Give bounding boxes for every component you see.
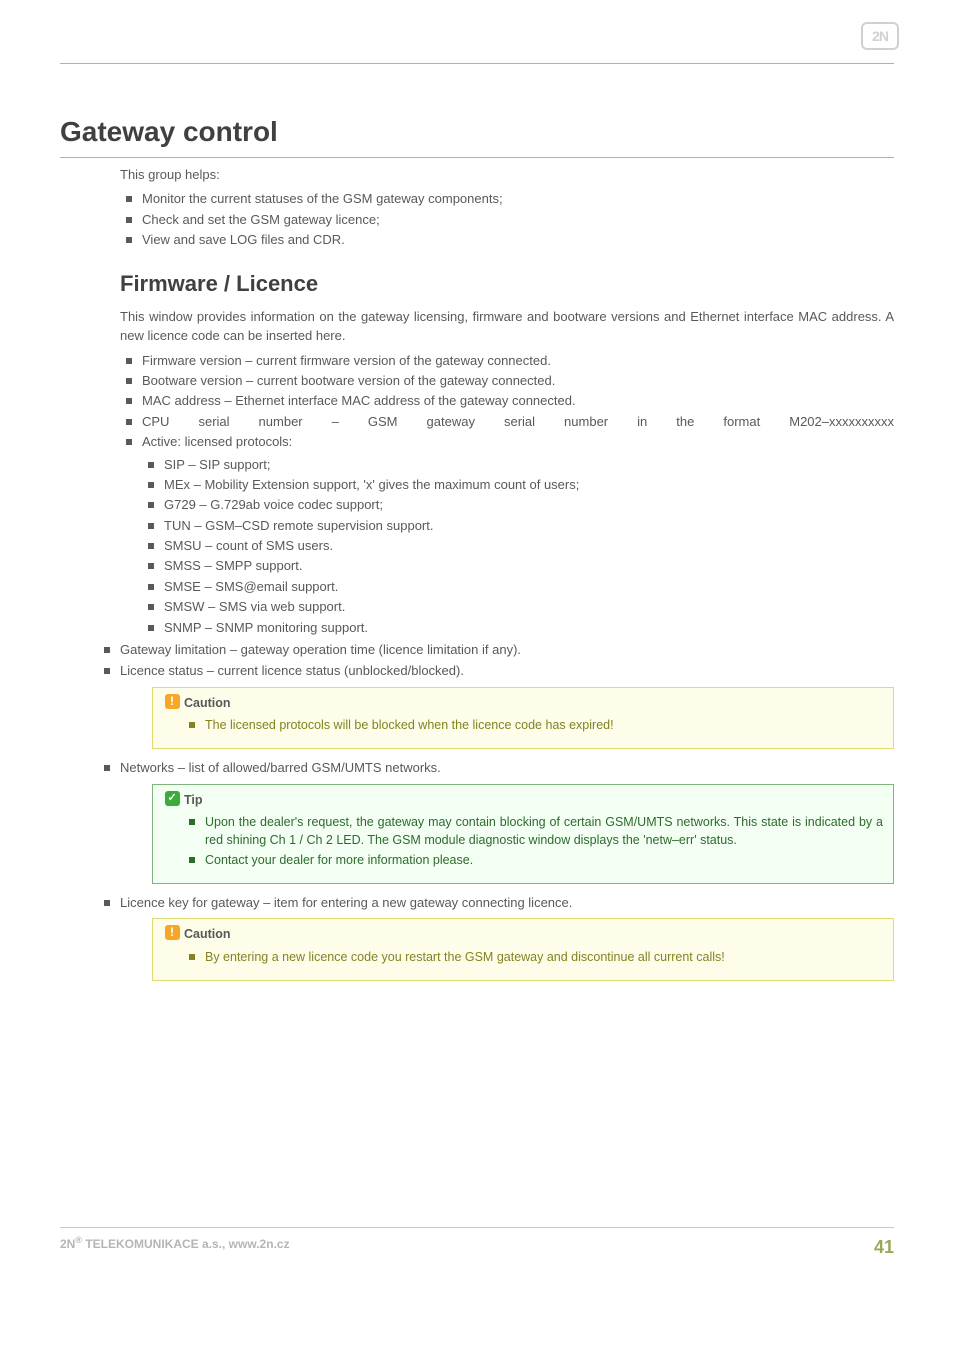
- callout-heading: Caution: [165, 694, 883, 712]
- list-item: Licence status – current licence status …: [120, 662, 894, 681]
- registered-mark: ®: [75, 1235, 82, 1245]
- list-item: CPU serial number – GSM gateway serial n…: [142, 413, 894, 432]
- active-protocols-list: SIP – SIP support; MEx – Mobility Extens…: [142, 456, 894, 638]
- warning-icon: [165, 925, 180, 940]
- callout-title: Caution: [184, 696, 231, 710]
- list-item: Gateway limitation – gateway operation t…: [120, 641, 894, 660]
- list-item: G729 – G.729ab voice codec support;: [164, 496, 894, 515]
- callout-list: The licensed protocols will be blocked w…: [163, 716, 883, 734]
- list-item: SNMP – SNMP monitoring support.: [164, 619, 894, 638]
- page-title: Gateway control: [60, 112, 894, 153]
- list-item: Bootware version – current bootware vers…: [142, 372, 894, 391]
- callout-title: Caution: [184, 927, 231, 941]
- list-item: Check and set the GSM gateway licence;: [142, 211, 894, 230]
- caution-callout: Caution By entering a new licence code y…: [152, 918, 894, 980]
- callout-heading: Tip: [165, 791, 883, 809]
- section-intro: This window provides information on the …: [120, 308, 894, 346]
- caution-callout: Caution The licensed protocols will be b…: [152, 687, 894, 749]
- callout-text: Contact your dealer for more information…: [205, 851, 883, 869]
- list-item: Licence key for gateway – item for enter…: [120, 894, 894, 913]
- footer-left: 2N® TELEKOMUNIKACE a.s., www.2n.cz: [60, 1234, 290, 1260]
- callout-list: By entering a new licence code you resta…: [163, 948, 883, 966]
- warning-icon: [165, 694, 180, 709]
- tip-callout: Tip Upon the dealer's request, the gatew…: [152, 784, 894, 884]
- page-number: 41: [874, 1234, 894, 1260]
- list-item: SMSE – SMS@email support.: [164, 578, 894, 597]
- list-item-label: Active: licensed protocols:: [142, 434, 292, 449]
- callout-heading: Caution: [165, 925, 883, 943]
- callout-text: Upon the dealer's request, the gateway m…: [205, 813, 883, 849]
- check-icon: [165, 791, 180, 806]
- list-item: SMSS – SMPP support.: [164, 557, 894, 576]
- intro-list: Monitor the current statuses of the GSM …: [120, 190, 894, 250]
- section-heading: Firmware / Licence: [120, 268, 894, 300]
- page-footer: 2N® TELEKOMUNIKACE a.s., www.2n.cz 41: [60, 1227, 894, 1260]
- callout-title: Tip: [184, 793, 203, 807]
- list-item: MAC address – Ethernet interface MAC add…: [142, 392, 894, 411]
- list-item: View and save LOG files and CDR.: [142, 231, 894, 250]
- brand-logo: 2N: [861, 22, 899, 50]
- list-item: MEx – Mobility Extension support, 'x' gi…: [164, 476, 894, 495]
- intro-text: This group helps:: [120, 166, 894, 185]
- list-item: Active: licensed protocols: SIP – SIP su…: [142, 433, 894, 637]
- footer-brand: 2N: [60, 1237, 75, 1251]
- footer-company: TELEKOMUNIKACE a.s., www.2n.cz: [82, 1237, 290, 1251]
- list-item: Networks – list of allowed/barred GSM/UM…: [120, 759, 894, 778]
- callout-list: Upon the dealer's request, the gateway m…: [163, 813, 883, 869]
- list-item: SIP – SIP support;: [164, 456, 894, 475]
- callout-text: The licensed protocols will be blocked w…: [205, 716, 883, 734]
- list-item: SMSU – count of SMS users.: [164, 537, 894, 556]
- header-rule: [60, 63, 894, 64]
- list-item: Firmware version – current firmware vers…: [142, 352, 894, 371]
- list-item: Monitor the current statuses of the GSM …: [142, 190, 894, 209]
- firmware-list: Firmware version – current firmware vers…: [120, 352, 894, 638]
- licence-key-list: Licence key for gateway – item for enter…: [120, 894, 894, 913]
- list-item: SMSW – SMS via web support.: [164, 598, 894, 617]
- callout-text: By entering a new licence code you resta…: [205, 948, 883, 966]
- title-rule: [60, 157, 894, 158]
- after-active-list: Gateway limitation – gateway operation t…: [120, 641, 894, 680]
- networks-list: Networks – list of allowed/barred GSM/UM…: [120, 759, 894, 778]
- list-item: TUN – GSM–CSD remote supervision support…: [164, 517, 894, 536]
